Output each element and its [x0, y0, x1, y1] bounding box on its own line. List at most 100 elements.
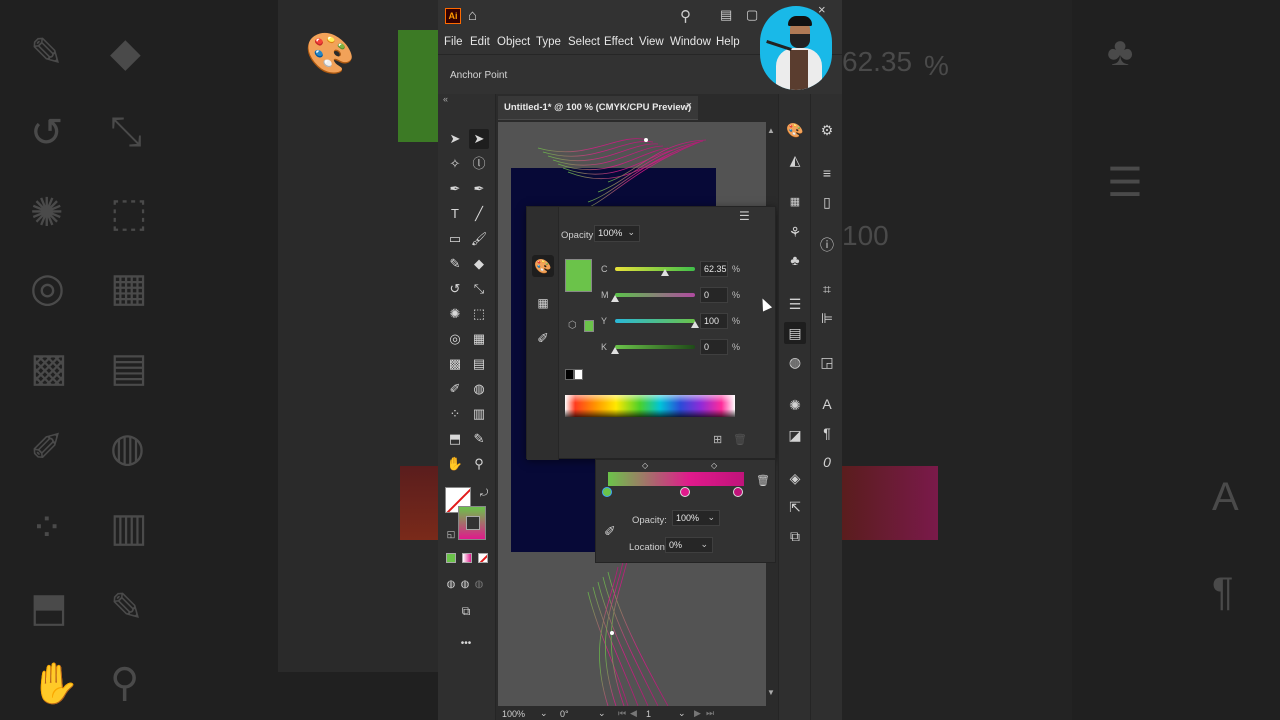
- libraries-icon[interactable]: ≡: [816, 162, 838, 184]
- draw-inside-icon[interactable]: ◍: [469, 575, 489, 595]
- swatches-panel-icon[interactable]: ▦: [532, 292, 554, 314]
- type-tool-icon[interactable]: T: [445, 204, 465, 224]
- menu-type[interactable]: Type: [536, 36, 561, 48]
- color-spectrum-bar[interactable]: [565, 395, 735, 417]
- paragraph-icon[interactable]: ¶: [816, 422, 838, 444]
- column-graph-tool-icon[interactable]: ▥: [469, 404, 489, 424]
- shaper-tool-icon[interactable]: ✎: [445, 254, 465, 274]
- transparency-icon[interactable]: ◍: [784, 351, 806, 373]
- menu-select[interactable]: Select: [568, 36, 600, 48]
- color-panel-icon[interactable]: 🎨: [532, 255, 554, 277]
- gradient-stop-1[interactable]: [602, 487, 612, 497]
- color-mode-button[interactable]: [446, 553, 456, 563]
- artboard-number[interactable]: 1: [646, 709, 651, 719]
- properties-icon[interactable]: ⚙: [816, 119, 838, 141]
- graphic-styles-icon[interactable]: ◪: [784, 424, 806, 446]
- menu-object[interactable]: Object: [497, 36, 530, 48]
- gradient-mode-button[interactable]: [462, 553, 472, 563]
- none-mode-button[interactable]: [478, 553, 488, 563]
- pen-tool-icon[interactable]: ✒: [445, 179, 465, 199]
- menu-view[interactable]: View: [639, 36, 664, 48]
- gradient-opacity-dropdown[interactable]: 100% ⌄: [672, 510, 720, 526]
- new-swatch-icon[interactable]: ⊞: [713, 433, 722, 446]
- channel-slider-thumb-y[interactable]: [691, 321, 699, 328]
- home-icon[interactable]: ⌂: [468, 7, 477, 24]
- last-artboard-icon[interactable]: ⏭: [706, 708, 714, 719]
- collapse-toolbar-icon[interactable]: «: [443, 94, 448, 104]
- channel-slider-m[interactable]: [615, 293, 695, 297]
- channel-slider-k[interactable]: [615, 345, 695, 349]
- default-fill-stroke-icon[interactable]: ◱: [441, 524, 461, 544]
- width-tool-icon[interactable]: ✺: [445, 304, 465, 324]
- rotation-value[interactable]: 0°: [560, 709, 569, 719]
- channel-value-k[interactable]: 0: [700, 339, 728, 355]
- fill-color-swatch[interactable]: [565, 259, 592, 292]
- hand-tool-icon[interactable]: ✋: [445, 454, 465, 474]
- color-icon[interactable]: 🎨: [784, 119, 806, 141]
- opacity-dropdown[interactable]: 100% ⌄: [594, 225, 640, 242]
- gradient-tool-icon[interactable]: ▤: [469, 354, 489, 374]
- document-tab[interactable]: Untitled-1* @ 100 % (CMYK/CPU Preview) ×: [498, 96, 698, 120]
- arrange-documents-icon[interactable]: ▤: [720, 7, 732, 23]
- prev-artboard-icon[interactable]: ◀: [630, 708, 637, 719]
- appearance-icon[interactable]: ✺: [784, 394, 806, 416]
- rotate-tool-icon[interactable]: ↺: [445, 279, 465, 299]
- symbol-sprayer-tool-icon[interactable]: ⁘: [445, 404, 465, 424]
- opentype-icon[interactable]: 0: [816, 451, 838, 473]
- curvature-tool-icon[interactable]: ✒: [469, 179, 489, 199]
- scale-tool-icon[interactable]: ⤡: [469, 279, 489, 299]
- first-artboard-icon[interactable]: ⏮: [618, 708, 626, 719]
- align-icon[interactable]: ⊫: [816, 307, 838, 329]
- document-info-icon[interactable]: ▯: [816, 191, 838, 213]
- artboard-tool-icon[interactable]: ⬒: [445, 429, 465, 449]
- workspace-icon[interactable]: ▢: [746, 7, 758, 23]
- zoom-tool-icon[interactable]: ⚲: [469, 454, 489, 474]
- shape-builder-tool-icon[interactable]: ◎: [445, 329, 465, 349]
- eyedropper-panel-icon[interactable]: ✐: [532, 327, 554, 349]
- channel-value-c[interactable]: 62.35: [700, 261, 728, 277]
- symbols-icon[interactable]: ♣: [784, 249, 806, 271]
- search-icon[interactable]: ⚲: [680, 7, 691, 25]
- brushes-icon[interactable]: ⚘: [784, 221, 806, 243]
- perspective-grid-tool-icon[interactable]: ▦: [469, 329, 489, 349]
- artboards-icon[interactable]: ⧉: [784, 525, 806, 547]
- next-artboard-icon[interactable]: ▶: [694, 708, 701, 719]
- screen-mode-icon[interactable]: ⧉: [456, 601, 476, 621]
- channel-slider-y[interactable]: [615, 319, 695, 323]
- menu-edit[interactable]: Edit: [470, 36, 490, 48]
- document-close-button[interactable]: ×: [686, 100, 692, 112]
- menu-window[interactable]: Window: [670, 36, 711, 48]
- channel-value-y[interactable]: 100: [700, 313, 728, 329]
- line-tool-icon[interactable]: ╱: [469, 204, 489, 224]
- panel-menu-icon[interactable]: ☰: [739, 209, 750, 223]
- edit-toolbar-icon[interactable]: •••: [456, 634, 476, 654]
- selection-tool-icon[interactable]: ➤: [445, 129, 465, 149]
- gradient-slider[interactable]: [608, 472, 744, 486]
- white-swatch[interactable]: [574, 369, 583, 380]
- gradient-icon[interactable]: ▤: [784, 322, 806, 344]
- info-icon[interactable]: ⓘ: [816, 234, 838, 256]
- stroke-icon[interactable]: ☰: [784, 293, 806, 315]
- zoom-level[interactable]: 100%: [502, 709, 525, 719]
- midpoint-diamond-1[interactable]: ◇: [642, 461, 648, 470]
- blend-tool-icon[interactable]: ◍: [469, 379, 489, 399]
- character-icon[interactable]: A: [816, 393, 838, 415]
- menu-help[interactable]: Help: [716, 36, 740, 48]
- black-swatch[interactable]: [565, 369, 574, 380]
- direct-selection-tool-icon[interactable]: ➤: [469, 129, 489, 149]
- swatches-icon[interactable]: ▦: [784, 191, 806, 213]
- slice-tool-icon[interactable]: ✎: [469, 429, 489, 449]
- gamut-swatch[interactable]: [584, 320, 594, 332]
- channel-slider-c[interactable]: [615, 267, 695, 271]
- location-dropdown[interactable]: 0% ⌄: [665, 537, 713, 553]
- color-guide-icon[interactable]: ◭: [784, 149, 806, 171]
- lasso-tool-icon[interactable]: ⓛ: [469, 154, 489, 174]
- channel-slider-thumb-c[interactable]: [660, 269, 669, 276]
- channel-slider-thumb-m[interactable]: [611, 295, 619, 302]
- delete-stop-icon[interactable]: 🗑: [756, 474, 770, 487]
- menu-file[interactable]: File: [444, 36, 463, 48]
- channel-value-m[interactable]: 0: [700, 287, 728, 303]
- eyedropper-tool-icon[interactable]: ✐: [445, 379, 465, 399]
- mesh-tool-icon[interactable]: ▩: [445, 354, 465, 374]
- paintbrush-tool-icon[interactable]: 🖌: [469, 229, 489, 249]
